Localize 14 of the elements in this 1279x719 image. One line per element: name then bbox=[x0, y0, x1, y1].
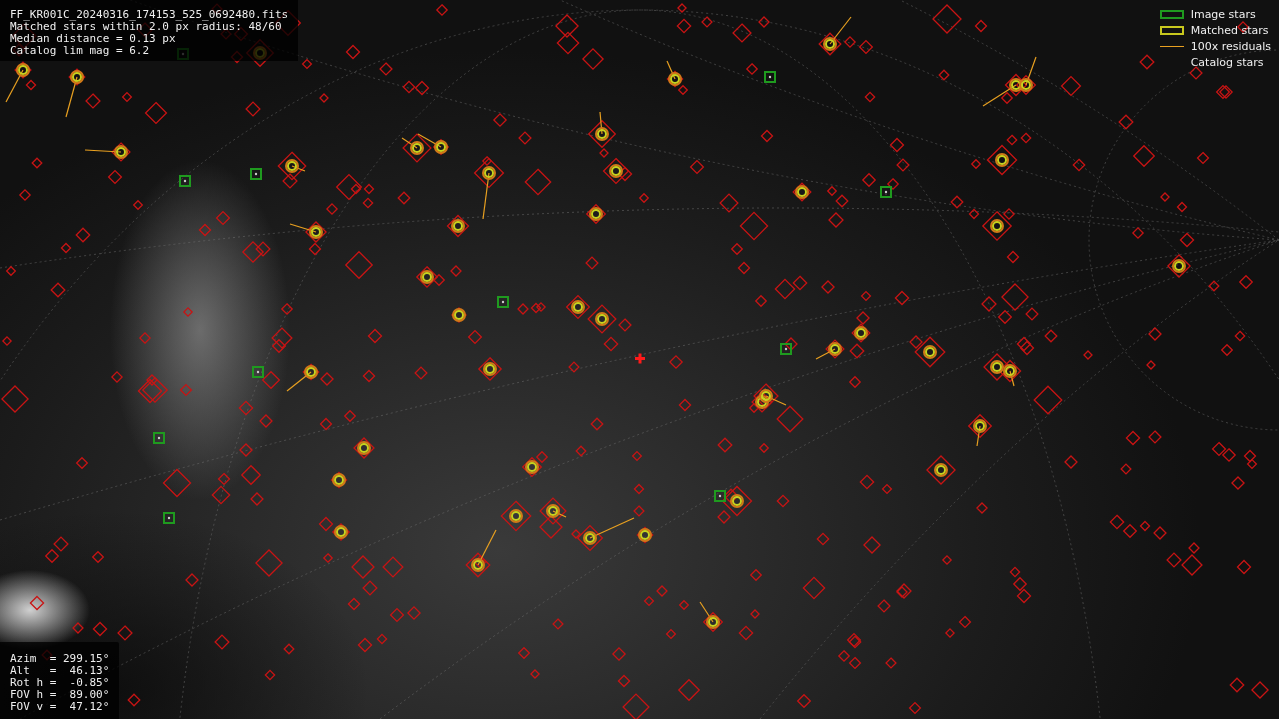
pointing-line: Azim = 299.15° bbox=[10, 653, 110, 665]
info-line: Catalog lim mag = 6.2 bbox=[10, 45, 151, 57]
info-line: FF_KR001C_20240316_174153_525_0692480.fits bbox=[10, 9, 289, 21]
legend-label: 100x residuals bbox=[1190, 40, 1271, 53]
legend-label: Matched stars bbox=[1190, 24, 1269, 37]
legend-label: Image stars bbox=[1190, 8, 1256, 21]
info-line: Matched stars within 2.0 px radius: 48/60 bbox=[10, 21, 282, 33]
pointing-line: Alt = 46.13° bbox=[10, 665, 110, 677]
pointing-line: FOV h = 89.00° bbox=[10, 689, 110, 701]
crosshair-icon bbox=[635, 353, 645, 364]
pointing-line: Rot h = -0.85° bbox=[10, 677, 110, 689]
legend-label: Catalog stars bbox=[1190, 56, 1264, 69]
pointing-line: FOV v = 47.12° bbox=[10, 701, 110, 713]
info-line: Median distance = 0.13 px bbox=[10, 33, 177, 45]
